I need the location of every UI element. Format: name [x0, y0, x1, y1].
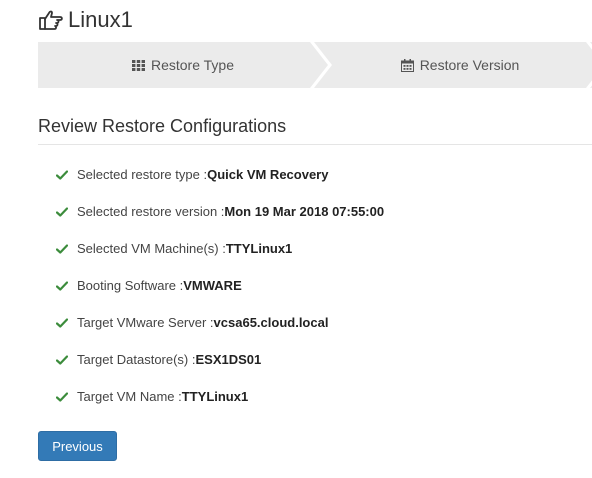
wizard-step-restore-type[interactable]: Restore Type	[38, 42, 328, 88]
section-divider	[38, 144, 592, 145]
restore-wizard-page: Linux1 Restore Type Restore Version Revi…	[0, 0, 592, 478]
wizard-step-label: Restore Version	[419, 57, 520, 73]
review-item-value: TTYLinux1	[181, 389, 249, 404]
review-section-title: Review Restore Configurations	[38, 116, 287, 136]
review-item-vm-machines: Selected VM Machine(s) : TTYLinux1	[56, 230, 384, 267]
review-item-value: vcsa65.cloud.local	[213, 315, 329, 330]
wizard-step-restore-version[interactable]: Restore Version	[328, 42, 592, 88]
check-icon	[56, 391, 68, 402]
grid-icon	[131, 59, 145, 71]
previous-button[interactable]: Previous	[38, 431, 117, 461]
check-icon	[56, 317, 68, 328]
review-item-restore-type: Selected restore type : Quick VM Recover…	[56, 156, 384, 193]
review-item-value: Quick VM Recovery	[207, 167, 329, 182]
wizard-step-label: Restore Type	[150, 57, 234, 73]
review-item-label: Selected restore type :	[77, 167, 208, 182]
review-item-label: Target VMware Server :	[77, 315, 214, 330]
check-icon	[56, 354, 68, 365]
review-item-label: Target VM Name :	[77, 389, 182, 404]
review-item-label: Selected VM Machine(s) :	[77, 241, 226, 256]
review-item-vmware-server: Target VMware Server : vcsa65.cloud.loca…	[56, 304, 384, 341]
check-icon	[56, 206, 68, 217]
review-item-label: Target Datastore(s) :	[77, 352, 196, 367]
wizard-steps: Restore Type Restore Version	[38, 42, 592, 88]
check-icon	[56, 169, 68, 180]
review-item-booting-software: Booting Software : VMWARE	[56, 267, 384, 304]
page-header: Linux1	[38, 6, 133, 34]
review-item-value: VMWARE	[183, 278, 242, 293]
review-item-vm-name: Target VM Name : TTYLinux1	[56, 378, 384, 415]
hand-pointing-right-icon	[38, 8, 64, 32]
check-icon	[56, 280, 68, 291]
review-item-label: Booting Software :	[77, 278, 184, 293]
review-item-label: Selected restore version :	[77, 204, 225, 219]
check-icon	[56, 243, 68, 254]
review-item-restore-version: Selected restore version : Mon 19 Mar 20…	[56, 193, 384, 230]
calendar-icon	[400, 58, 414, 72]
review-item-datastores: Target Datastore(s) : ESX1DS01	[56, 341, 384, 378]
review-item-value: ESX1DS01	[195, 352, 262, 367]
review-list: Selected restore type : Quick VM Recover…	[56, 156, 384, 415]
page-title: Linux1	[68, 7, 133, 32]
review-item-value: TTYLinux1	[225, 241, 293, 256]
review-item-value: Mon 19 Mar 2018 07:55:00	[224, 204, 385, 219]
